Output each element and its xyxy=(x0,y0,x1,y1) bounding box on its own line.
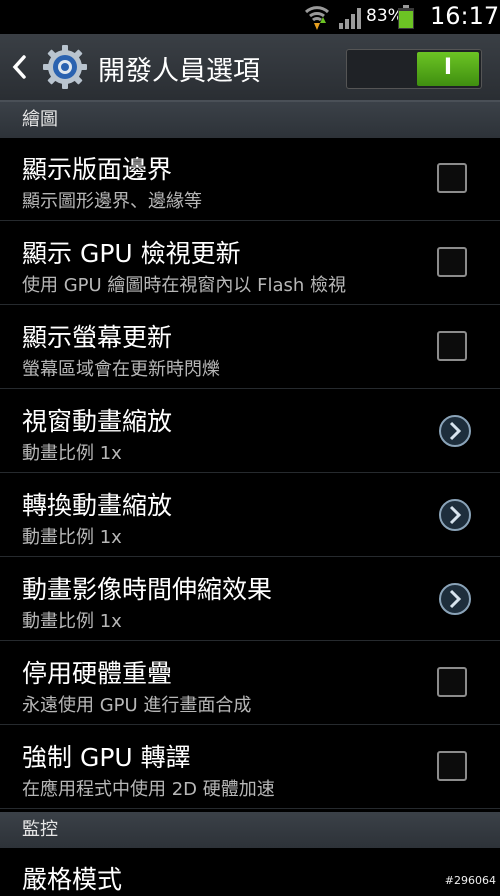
row-summary: 動畫比例 1x xyxy=(22,611,122,632)
setting-strict-mode[interactable]: 嚴格模式 xyxy=(0,848,500,894)
row-title: 顯示螢幕更新 xyxy=(22,323,173,352)
checkbox[interactable] xyxy=(437,667,467,697)
chevron-right-icon[interactable] xyxy=(438,582,472,616)
checkbox[interactable] xyxy=(437,331,467,361)
toggle-on-label: I xyxy=(443,55,453,80)
section-header-monitoring: 監控 xyxy=(0,812,500,848)
checkbox[interactable] xyxy=(437,751,467,781)
toggle-knob[interactable]: I xyxy=(417,52,479,86)
wifi-icon xyxy=(304,6,330,30)
row-summary: 動畫比例 1x xyxy=(22,527,122,548)
watermark: #296064 xyxy=(444,874,496,887)
checkbox[interactable] xyxy=(437,247,467,277)
setting-transition-animation-scale[interactable]: 轉換動畫縮放 動畫比例 1x xyxy=(0,474,500,557)
section-header-drawing: 繪圖 xyxy=(0,102,500,138)
row-title: 顯示版面邊界 xyxy=(22,155,173,184)
chevron-right-icon[interactable] xyxy=(438,414,472,448)
row-summary: 螢幕區域會在更新時閃爍 xyxy=(22,359,220,380)
clock: 16:17 xyxy=(430,2,500,30)
row-title: 轉換動畫縮放 xyxy=(22,491,173,520)
setting-window-animation-scale[interactable]: 視窗動畫縮放 動畫比例 1x xyxy=(0,390,500,473)
setting-animator-duration-scale[interactable]: 動畫影像時間伸縮效果 動畫比例 1x xyxy=(0,558,500,641)
row-summary: 永遠使用 GPU 進行畫面合成 xyxy=(22,695,252,716)
row-summary: 使用 GPU 繪圖時在視窗內以 Flash 檢視 xyxy=(22,275,347,296)
signal-icon xyxy=(339,8,361,29)
setting-show-screen-updates[interactable]: 顯示螢幕更新 螢幕區域會在更新時閃爍 xyxy=(0,306,500,389)
setting-show-gpu-view-updates[interactable]: 顯示 GPU 檢視更新 使用 GPU 繪圖時在視窗內以 Flash 檢視 xyxy=(0,222,500,305)
row-summary: 動畫比例 1x xyxy=(22,443,122,464)
chevron-right-icon[interactable] xyxy=(438,498,472,532)
setting-show-layout-bounds[interactable]: 顯示版面邊界 顯示圖形邊界、邊緣等 xyxy=(0,138,500,221)
checkbox[interactable] xyxy=(437,163,467,193)
row-summary: 顯示圖形邊界、邊緣等 xyxy=(22,191,202,212)
row-title: 視窗動畫縮放 xyxy=(22,407,173,436)
row-title: 強制 GPU 轉譯 xyxy=(22,743,191,772)
battery-icon xyxy=(398,5,414,29)
row-title: 嚴格模式 xyxy=(22,865,123,894)
action-bar: 開發人員選項 I xyxy=(0,34,500,102)
back-icon[interactable] xyxy=(10,54,28,80)
gear-icon xyxy=(43,45,87,89)
row-title: 顯示 GPU 檢視更新 xyxy=(22,239,241,268)
row-title: 停用硬體重疊 xyxy=(22,659,173,688)
row-summary: 在應用程式中使用 2D 硬體加速 xyxy=(22,779,275,800)
setting-force-gpu-rendering[interactable]: 強制 GPU 轉譯 在應用程式中使用 2D 硬體加速 xyxy=(0,726,500,809)
developer-options-toggle[interactable]: I xyxy=(346,49,482,89)
row-title: 動畫影像時間伸縮效果 xyxy=(22,575,273,604)
setting-disable-hw-overlays[interactable]: 停用硬體重疊 永遠使用 GPU 進行畫面合成 xyxy=(0,642,500,725)
page-title: 開發人員選項 xyxy=(98,56,260,87)
status-bar: 83% 16:17 xyxy=(0,0,500,34)
